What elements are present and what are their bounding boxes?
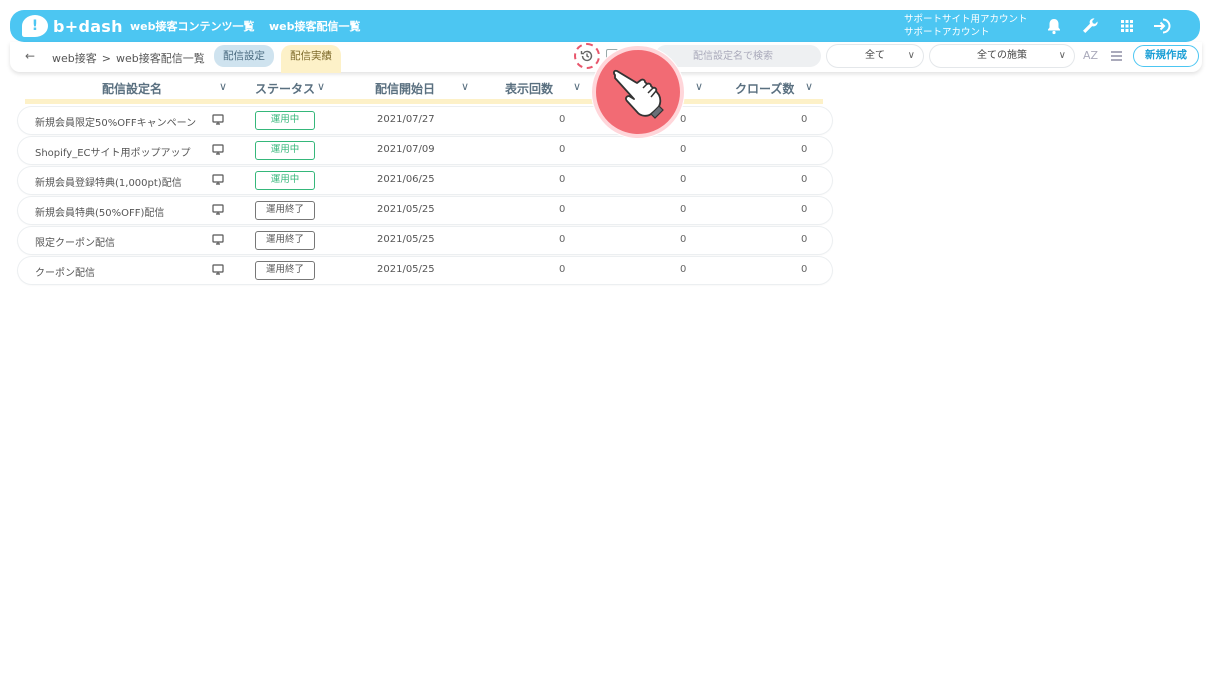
top-bar: ! b+dash web接客コンテンツ一覧 web接客配信一覧 サポートサイト用…: [10, 10, 1200, 42]
desktop-icon: [212, 114, 224, 125]
row-date: 2021/07/09: [377, 144, 435, 155]
row-closes: 0: [801, 144, 808, 155]
desktop-icon: [212, 234, 224, 245]
row-closes: 0: [801, 174, 808, 185]
status-badge: 運用終了: [255, 261, 315, 280]
measure-filter-value: 全ての施策: [977, 50, 1027, 61]
chevron-down-icon[interactable]: ∨: [317, 80, 325, 93]
row-date: 2021/06/25: [377, 174, 435, 185]
pointing-hand-icon: [613, 69, 664, 119]
logo[interactable]: ! b+dash: [22, 14, 123, 38]
desktop-icon: [212, 144, 224, 155]
table-row[interactable]: クーポン配信 運用終了 2021/05/25 0 0 0: [18, 257, 832, 284]
column-header-name[interactable]: 配信設定名: [102, 80, 162, 97]
desktop-icon: [212, 174, 224, 185]
account-info[interactable]: サポートサイト用アカウント サポートアカウント: [904, 13, 1034, 39]
row-clicks: 0: [680, 174, 687, 185]
desktop-icon: [212, 264, 224, 275]
table-row[interactable]: Shopify_ECサイト用ポップアップ 運用中 2021/07/09 0 0 …: [18, 137, 832, 164]
row-clicks: 0: [680, 144, 687, 155]
column-header-status[interactable]: ステータス: [255, 80, 315, 97]
row-name: 新規会員限定50%OFFキャンペーン: [35, 118, 197, 129]
logo-bubble-icon: !: [22, 15, 48, 37]
row-impressions: 0: [559, 144, 566, 155]
row-closes: 0: [801, 264, 808, 275]
logo-text: b+dash: [53, 16, 123, 36]
status-filter-value: 全て: [865, 50, 885, 61]
column-header-start-date[interactable]: 配信開始日: [375, 80, 435, 97]
chevron-down-icon[interactable]: ∨: [805, 80, 813, 93]
logo-mark: !: [31, 18, 39, 34]
chevron-down-icon: ∨: [1058, 50, 1066, 61]
back-arrow-icon[interactable]: ←: [25, 49, 35, 63]
status-badge: 運用終了: [255, 231, 315, 250]
status-badge: 運用終了: [255, 201, 315, 220]
row-name: 限定クーポン配信: [35, 238, 115, 249]
row-clicks: 0: [680, 204, 687, 215]
row-date: 2021/05/25: [377, 264, 435, 275]
bell-icon[interactable]: [1044, 16, 1064, 36]
tutorial-pointer: [592, 46, 684, 138]
row-date: 2021/07/27: [377, 114, 435, 125]
tab-settings[interactable]: 配信設定: [214, 45, 274, 67]
measure-filter-select[interactable]: 全ての施策 ∨: [930, 45, 1074, 67]
nav-link-contents[interactable]: web接客コンテンツ一覧: [130, 18, 255, 34]
row-impressions: 0: [559, 114, 566, 125]
table-row[interactable]: 新規会員登録特典(1,000pt)配信 運用中 2021/06/25 0 0 0: [18, 167, 832, 194]
row-name: Shopify_ECサイト用ポップアップ: [35, 148, 191, 159]
search-input[interactable]: [655, 45, 821, 67]
status-badge: 運用中: [255, 171, 315, 190]
chevron-down-icon[interactable]: ∨: [219, 80, 227, 93]
chevron-down-icon[interactable]: ∨: [573, 80, 581, 93]
row-name: クーポン配信: [35, 268, 95, 279]
table-row[interactable]: 新規会員特典(50%OFF)配信 運用終了 2021/05/25 0 0 0: [18, 197, 832, 224]
row-impressions: 0: [559, 204, 566, 215]
column-header-impressions[interactable]: 表示回数: [505, 80, 553, 97]
chevron-down-icon: ∨: [907, 50, 915, 61]
logout-icon[interactable]: [1152, 16, 1172, 36]
breadcrumb-current: web接客配信一覧: [115, 52, 205, 65]
new-create-button[interactable]: 新規作成: [1133, 45, 1199, 67]
column-header-closes[interactable]: クローズ数: [735, 80, 794, 97]
row-date: 2021/05/25: [377, 204, 435, 215]
status-badge: 運用中: [255, 141, 315, 160]
nav-link-deliveries[interactable]: web接客配信一覧: [269, 18, 361, 34]
list-view-icon[interactable]: [1111, 51, 1122, 61]
chevron-down-icon[interactable]: ∨: [461, 80, 469, 93]
status-filter-select[interactable]: 全て ∨: [827, 45, 923, 67]
account-sub: サポートアカウント: [904, 27, 990, 38]
row-date: 2021/05/25: [377, 234, 435, 245]
row-clicks: 0: [680, 114, 687, 125]
history-icon[interactable]: [574, 43, 600, 69]
breadcrumb-root[interactable]: web接客: [52, 52, 97, 65]
row-name: 新規会員登録特典(1,000pt)配信: [35, 178, 182, 189]
desktop-icon: [212, 204, 224, 215]
sort-az-icon[interactable]: AZ: [1083, 49, 1098, 62]
row-closes: 0: [801, 204, 808, 215]
row-closes: 0: [801, 234, 808, 245]
row-name: 新規会員特典(50%OFF)配信: [35, 208, 165, 219]
grid-icon[interactable]: [1117, 16, 1137, 36]
row-clicks: 0: [680, 234, 687, 245]
table-row[interactable]: 新規会員限定50%OFFキャンペーン 運用中 2021/07/27 0 0 0: [18, 107, 832, 134]
status-badge: 運用中: [255, 111, 315, 130]
breadcrumb-separator: >: [101, 52, 111, 65]
row-impressions: 0: [559, 264, 566, 275]
chevron-down-icon[interactable]: ∨: [695, 80, 703, 93]
breadcrumb: web接客 > web接客配信一覧: [52, 50, 205, 66]
table-row[interactable]: 限定クーポン配信 運用終了 2021/05/25 0 0 0: [18, 227, 832, 254]
row-clicks: 0: [680, 264, 687, 275]
table-header: 配信設定名 ∨ ステータス ∨ 配信開始日 ∨ 表示回数 ∨ ∨ クローズ数 ∨: [25, 78, 823, 104]
account-name: サポートサイト用アカウント: [904, 14, 1028, 25]
row-impressions: 0: [559, 174, 566, 185]
row-impressions: 0: [559, 234, 566, 245]
wrench-icon[interactable]: [1080, 16, 1100, 36]
row-closes: 0: [801, 114, 808, 125]
tab-results[interactable]: 配信実績: [281, 45, 341, 73]
